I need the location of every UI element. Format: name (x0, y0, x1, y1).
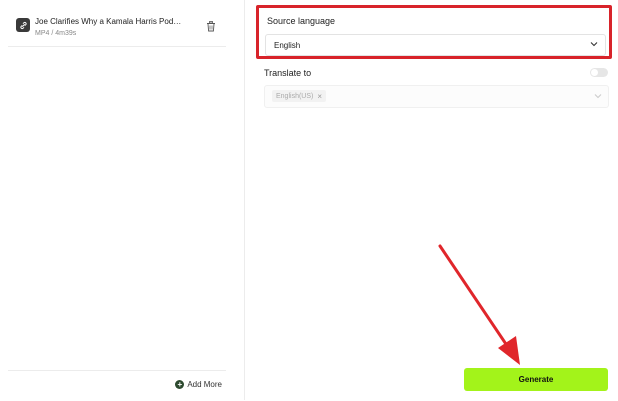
file-title: Joe Clarifies Why a Kamala Harris Pod… (35, 17, 182, 26)
trash-icon[interactable] (206, 21, 216, 32)
file-meta: MP4 / 4m39s (35, 30, 77, 37)
generate-button[interactable]: Generate (464, 368, 608, 391)
add-more-button[interactable]: + Add More (175, 380, 222, 389)
close-icon[interactable]: × (317, 92, 322, 101)
add-more-label: Add More (187, 380, 222, 389)
file-list-panel: Joe Clarifies Why a Kamala Harris Pod… M… (0, 0, 245, 400)
language-chip: English(US) × (272, 90, 327, 102)
chevron-down-icon (594, 94, 602, 99)
source-language-select[interactable]: English (265, 34, 606, 56)
sidebar-footer: + Add More (8, 370, 226, 401)
translate-toggle[interactable] (590, 68, 608, 77)
plus-icon: + (175, 380, 185, 389)
link-icon (16, 18, 30, 32)
source-language-label: Source language (267, 16, 336, 26)
source-language-section: Source language English (256, 5, 612, 59)
language-chip-label: English(US) (276, 92, 314, 100)
translate-to-label: Translate to (264, 68, 312, 78)
chevron-down-icon (590, 42, 598, 47)
target-language-select[interactable]: English(US) × (264, 85, 609, 108)
source-language-value: English (274, 41, 301, 50)
file-list-item[interactable]: Joe Clarifies Why a Kamala Harris Pod… M… (8, 10, 226, 47)
annotation-arrow-icon (438, 244, 520, 365)
